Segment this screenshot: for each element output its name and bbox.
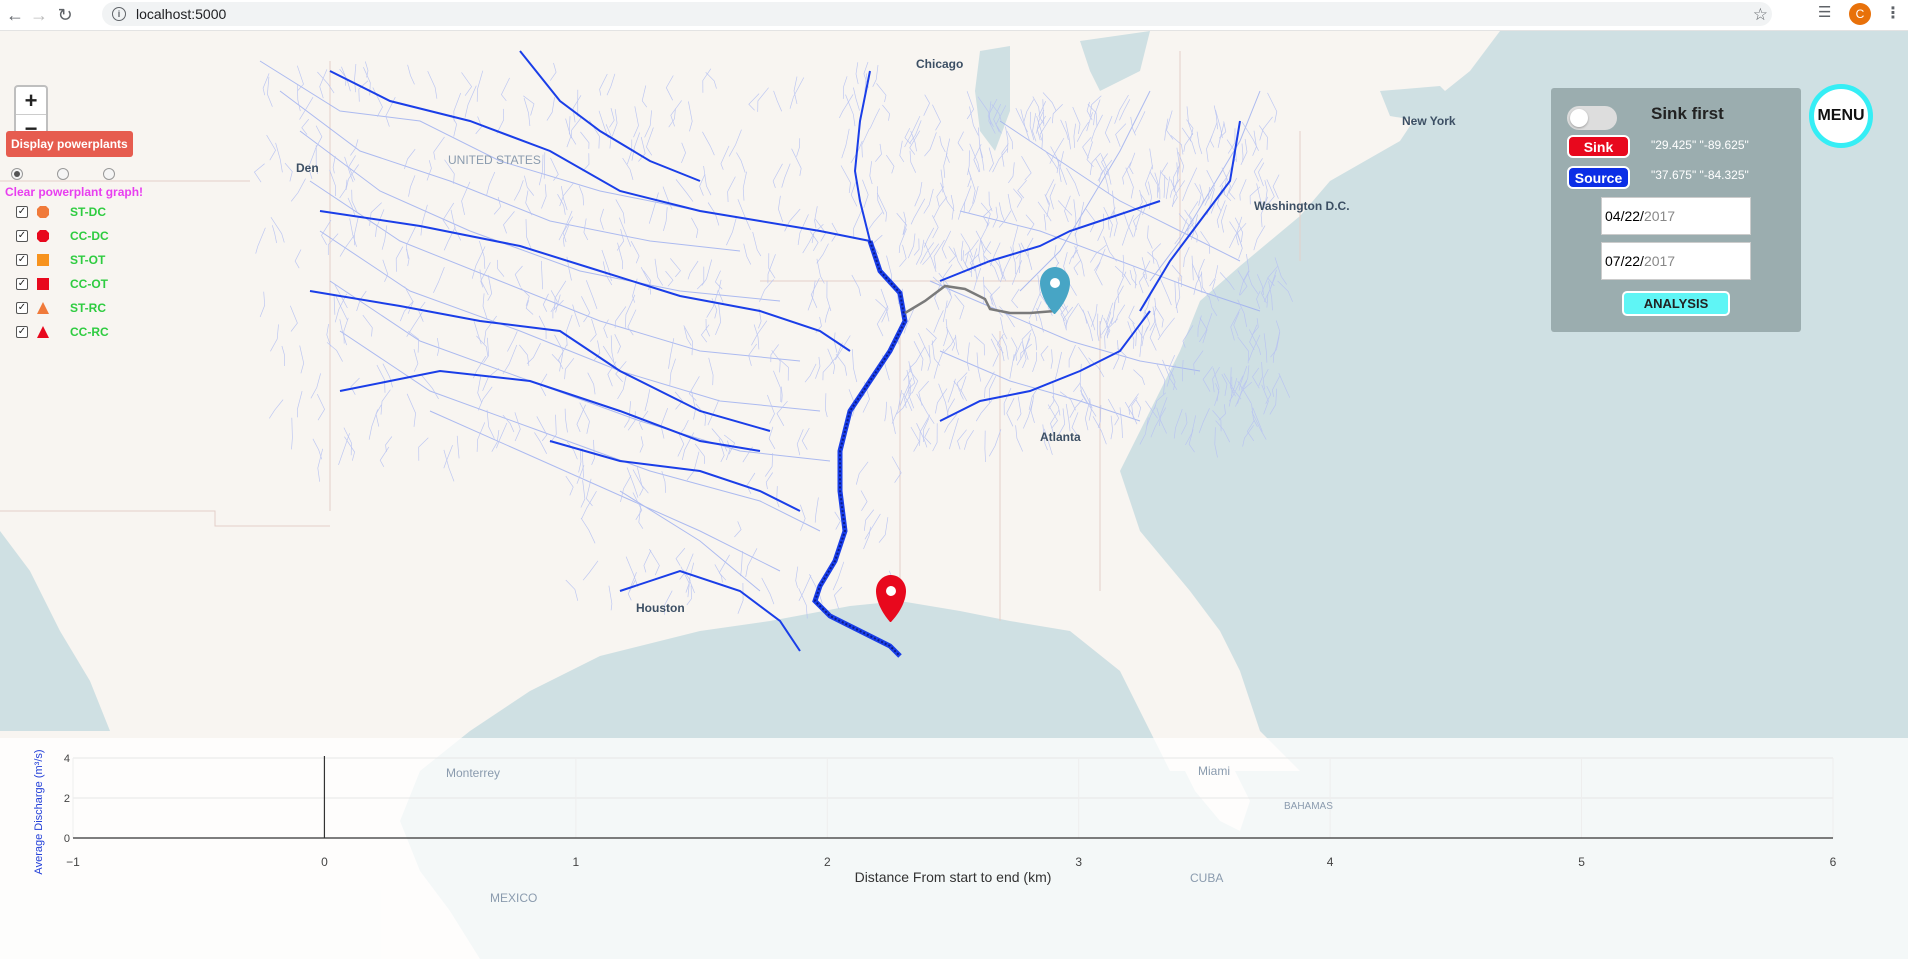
checkbox-cc-dc[interactable]: ✓ — [16, 230, 28, 242]
city-label-houston: Houston — [636, 601, 685, 615]
start-date-month-day: 04/22/ — [1605, 208, 1644, 224]
x-tick-label: 5 — [1578, 855, 1585, 869]
forward-icon[interactable]: → — [26, 2, 52, 28]
square-icon — [37, 254, 49, 266]
x-tick-label: 2 — [824, 855, 831, 869]
checkbox-cc-rc[interactable]: ✓ — [16, 326, 28, 338]
country-label-mexico: MEXICO — [490, 891, 538, 905]
octagon-icon — [37, 206, 49, 218]
start-date-input[interactable]: 04/22/2017 — [1601, 197, 1751, 235]
media-control-icon[interactable]: ☰ — [1818, 3, 1831, 21]
x-tick-label: 4 — [1327, 855, 1334, 869]
info-icon[interactable]: i — [112, 7, 126, 21]
radio-option-1[interactable] — [11, 168, 23, 180]
x-tick-label: −1 — [66, 855, 80, 869]
more-options-icon[interactable]: ⋮ — [1885, 3, 1901, 23]
legend-row-st-rc[interactable]: ✓ ST-RC — [16, 300, 106, 316]
country-label-united-states: UNITED STATES — [448, 153, 541, 167]
legend-label: ST-DC — [70, 205, 106, 219]
y-axis-title: Average Discharge (m³/s) — [33, 749, 45, 874]
legend-row-cc-rc[interactable]: ✓ CC-RC — [16, 324, 109, 340]
analysis-control-panel: Sink first Sink "29.425" "-89.625" Sourc… — [1551, 88, 1801, 332]
legend-row-st-ot[interactable]: ✓ ST-OT — [16, 252, 105, 268]
checkbox-st-ot[interactable]: ✓ — [16, 254, 28, 266]
checkbox-st-dc[interactable]: ✓ — [16, 206, 28, 218]
sink-coordinates: "29.425" "-89.625" — [1651, 138, 1749, 152]
x-axis-title: Distance From start to end (km) — [855, 869, 1052, 885]
bookmark-star-icon[interactable]: ☆ — [1753, 5, 1768, 25]
sink-first-toggle[interactable] — [1567, 106, 1617, 130]
legend-label: CC-DC — [70, 229, 109, 243]
city-label-washington: Washington D.C. — [1254, 199, 1350, 213]
legend-row-cc-dc[interactable]: ✓ CC-DC — [16, 228, 109, 244]
display-powerplants-button[interactable]: Display powerplants — [6, 131, 133, 157]
x-tick-label: 0 — [321, 855, 328, 869]
avatar[interactable]: C — [1849, 3, 1871, 25]
menu-button[interactable]: MENU — [1809, 84, 1873, 148]
zoom-in-button[interactable]: + — [16, 87, 46, 115]
city-label-miami: Miami — [1198, 764, 1230, 778]
profile-avatar[interactable]: C — [1849, 3, 1871, 25]
legend-row-cc-ot[interactable]: ✓ CC-OT — [16, 276, 108, 292]
legend-label: CC-OT — [70, 277, 108, 291]
checkbox-st-rc[interactable]: ✓ — [16, 302, 28, 314]
city-label-atlanta: Atlanta — [1040, 430, 1081, 444]
x-tick-label: 3 — [1075, 855, 1082, 869]
x-tick-label: 1 — [573, 855, 580, 869]
back-icon[interactable]: ← — [2, 2, 28, 28]
source-coordinates: "37.675" "-84.325" — [1651, 168, 1749, 182]
triangle-icon — [37, 302, 49, 314]
country-label-cuba: CUBA — [1190, 871, 1224, 885]
y-tick-label: 4 — [64, 753, 70, 765]
city-label-chicago: Chicago — [916, 57, 964, 71]
discharge-chart: 0 2 4 −1 0 1 2 3 4 5 6 Distance From start to end (… — [0, 738, 1908, 959]
reload-icon[interactable]: ↻ — [52, 2, 78, 28]
analysis-button[interactable]: ANALYSIS — [1622, 291, 1730, 316]
octagon-icon — [37, 230, 49, 242]
end-date-month-day: 07/22/ — [1605, 253, 1644, 269]
legend-label: ST-OT — [70, 253, 106, 267]
end-date-year: 2017 — [1643, 253, 1676, 269]
discharge-chart-svg: 0 2 4 −1 0 1 2 3 4 5 6 Distance From start to end (… — [33, 749, 1837, 885]
clear-powerplant-graph-link[interactable]: Clear powerplant graph! — [5, 185, 143, 199]
square-icon — [37, 278, 49, 290]
country-label-bahamas: BAHAMAS — [1284, 801, 1333, 812]
legend-row-st-dc[interactable]: ✓ ST-DC — [16, 204, 106, 220]
start-date-year: 2017 — [1643, 208, 1676, 224]
checkbox-cc-ot[interactable]: ✓ — [16, 278, 28, 290]
x-tick-label: 6 — [1830, 855, 1837, 869]
y-tick-label: 2 — [64, 793, 70, 805]
city-label-denver: Den — [296, 161, 319, 175]
y-tick-label: 0 — [64, 833, 70, 845]
radio-option-2[interactable] — [57, 168, 69, 180]
address-bar[interactable]: i localhost:5000 ☆ — [102, 2, 1772, 26]
triangle-icon — [37, 326, 49, 338]
url-text: localhost:5000 — [136, 6, 227, 22]
city-label-new-york: New York — [1402, 114, 1456, 128]
legend-label: CC-RC — [70, 325, 109, 339]
browser-toolbar: ← → ↻ i localhost:5000 ☆ ☰ C ⋮ — [0, 0, 1908, 31]
source-button[interactable]: Source — [1567, 166, 1630, 189]
legend-label: ST-RC — [70, 301, 106, 315]
sink-button[interactable]: Sink — [1567, 135, 1630, 158]
end-date-input[interactable]: 07/22/2017 — [1601, 242, 1751, 280]
city-label-monterrey: Monterrey — [446, 766, 501, 780]
sink-first-label: Sink first — [1651, 104, 1724, 123]
radio-option-3[interactable] — [103, 168, 115, 180]
